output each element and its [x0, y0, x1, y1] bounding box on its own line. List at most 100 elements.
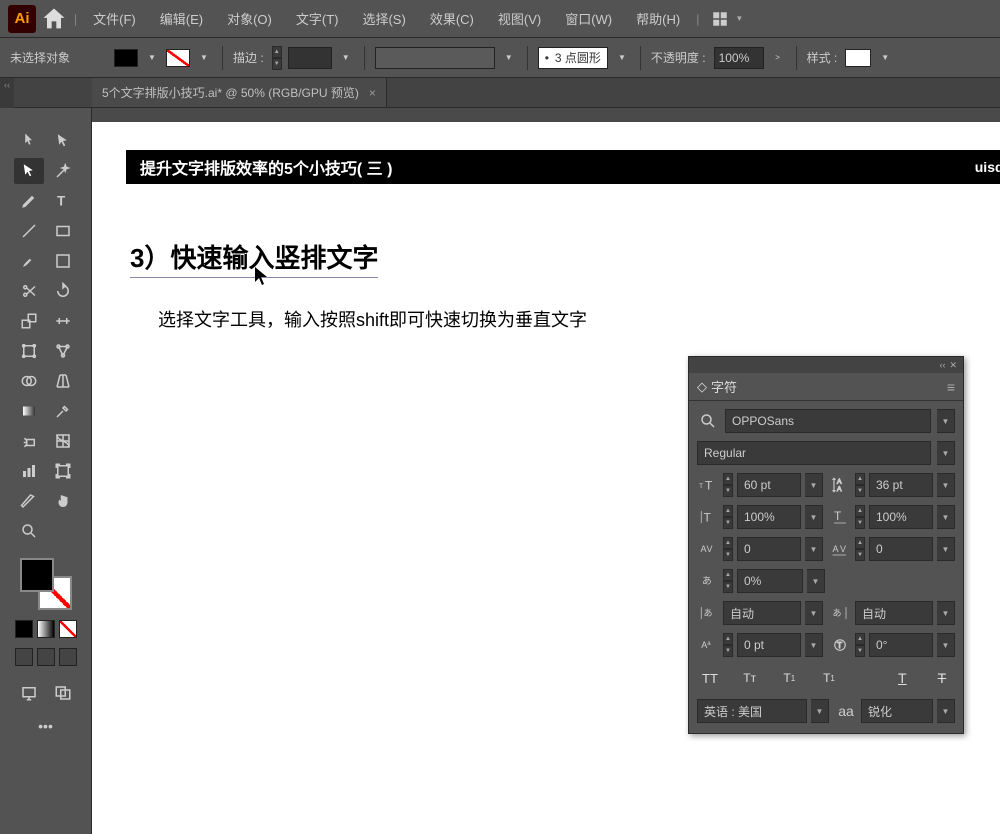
rectangle-tool-icon[interactable] [48, 218, 78, 244]
menu-view[interactable]: 视图(V) [488, 5, 551, 32]
vscale-field[interactable]: 100% [737, 505, 801, 529]
screen-mode-alt-icon[interactable] [48, 680, 78, 706]
fill-swatch[interactable] [114, 49, 138, 67]
antialias-field[interactable]: 锐化 [861, 699, 933, 723]
strikethrough-icon[interactable]: T [929, 667, 955, 689]
selection-tool-icon[interactable] [14, 158, 44, 184]
menu-help[interactable]: 帮助(H) [626, 5, 690, 32]
baseline-stepper[interactable]: ▲▼ [723, 633, 733, 657]
menu-type[interactable]: 文字(T) [286, 5, 349, 32]
font-family-dropdown[interactable]: ▼ [937, 409, 955, 433]
color-mode-none-icon[interactable] [59, 620, 77, 638]
stroke-swatch[interactable] [166, 49, 190, 67]
screen-mode-icon[interactable] [14, 680, 44, 706]
symbol-sprayer-tool-icon[interactable] [14, 428, 44, 454]
kerning-dropdown[interactable]: ▼ [805, 537, 823, 561]
language-field[interactable]: 英语 : 美国 [697, 699, 807, 723]
search-icon[interactable] [697, 410, 719, 432]
tracking-stepper[interactable]: ▲▼ [855, 537, 865, 561]
close-tab-icon[interactable]: × [369, 86, 376, 100]
fill-stroke-color-area[interactable] [20, 558, 72, 610]
opacity-field[interactable]: 100% [714, 47, 764, 69]
stroke-weight-dropdown[interactable]: ▼ [338, 49, 354, 67]
profile-field[interactable] [375, 47, 495, 69]
menu-edit[interactable]: 编辑(E) [150, 5, 213, 32]
font-weight-dropdown[interactable]: ▼ [937, 441, 955, 465]
stroke-dropdown[interactable]: ▼ [196, 49, 212, 67]
tracking-field[interactable]: 0 [869, 537, 933, 561]
hand-tool-icon[interactable] [48, 488, 78, 514]
pen-tool-icon[interactable] [14, 188, 44, 214]
baseline-dropdown[interactable]: ▼ [805, 633, 823, 657]
menu-file[interactable]: 文件(F) [83, 5, 146, 32]
opacity-dropdown[interactable]: > [770, 49, 786, 67]
rotate-tool-icon[interactable] [48, 278, 78, 304]
shape-builder-tool-icon[interactable] [14, 368, 44, 394]
direct-select-plain-icon[interactable] [48, 128, 78, 154]
brush-tool-icon[interactable] [14, 248, 44, 274]
eyedropper-tool-icon[interactable] [48, 398, 78, 424]
perspective-tool-icon[interactable] [48, 368, 78, 394]
hscale-dropdown[interactable]: ▼ [937, 505, 955, 529]
font-size-dropdown[interactable]: ▼ [805, 473, 823, 497]
zoom-tool-icon[interactable] [14, 518, 44, 544]
draw-normal-icon[interactable] [15, 648, 33, 666]
collapse-panels-icon[interactable]: ‹‹ [0, 78, 14, 108]
subscript-icon[interactable]: T1 [816, 667, 842, 689]
font-family-field[interactable]: OPPOSans [725, 409, 931, 433]
rotation-field[interactable]: 0° [869, 633, 933, 657]
scissors-tool-icon[interactable] [14, 278, 44, 304]
hscale-stepper[interactable]: ▲▼ [855, 505, 865, 529]
menu-object[interactable]: 对象(O) [217, 5, 282, 32]
tsume-stepper[interactable]: ▲▼ [723, 569, 733, 593]
selection-move-tool-icon[interactable] [14, 128, 44, 154]
stroke-stepper[interactable]: ▲▼ [272, 46, 282, 70]
color-mode-solid-icon[interactable] [15, 620, 33, 638]
font-weight-field[interactable]: Regular [697, 441, 931, 465]
style-swatch[interactable] [845, 49, 871, 67]
stroke-weight-field[interactable] [288, 47, 332, 69]
artboard-tool-icon[interactable] [48, 458, 78, 484]
draw-inside-icon[interactable] [59, 648, 77, 666]
kerning-field[interactable]: 0 [737, 537, 801, 561]
panel-close-icon[interactable]: ✕ [949, 360, 957, 371]
panel-menu-icon[interactable]: ≡ [947, 379, 955, 395]
tracking-dropdown[interactable]: ▼ [937, 537, 955, 561]
line-tool-icon[interactable] [14, 218, 44, 244]
smallcaps-icon[interactable]: Tᴛ [737, 667, 763, 689]
gradient-tool-icon[interactable] [14, 398, 44, 424]
underline-icon[interactable]: T [889, 667, 915, 689]
workspace-icon[interactable] [711, 10, 729, 28]
vscale-dropdown[interactable]: ▼ [805, 505, 823, 529]
style-dropdown[interactable]: ▼ [877, 49, 893, 67]
chevron-down-icon[interactable]: ▼ [735, 14, 743, 23]
superscript-icon[interactable]: T1 [776, 667, 802, 689]
type-tool-icon[interactable]: T [48, 188, 78, 214]
scale-tool-icon[interactable] [14, 308, 44, 334]
brush-dropdown[interactable]: ▼ [614, 49, 630, 67]
leading-field[interactable]: 36 pt [869, 473, 933, 497]
aki-before-field[interactable]: 自动 [723, 601, 801, 625]
puppet-warp-tool-icon[interactable] [48, 338, 78, 364]
document-tab[interactable]: 5个文字排版小技巧.ai* @ 50% (RGB/GPU 预览) × [92, 77, 387, 107]
font-size-field[interactable]: 60 pt [737, 473, 801, 497]
menu-select[interactable]: 选择(S) [352, 5, 415, 32]
color-mode-gradient-icon[interactable] [37, 620, 55, 638]
profile-dropdown[interactable]: ▼ [501, 49, 517, 67]
menu-window[interactable]: 窗口(W) [555, 5, 622, 32]
menu-effect[interactable]: 效果(C) [420, 5, 484, 32]
magic-wand-tool-icon[interactable] [48, 158, 78, 184]
aki-before-dropdown[interactable]: ▼ [805, 601, 823, 625]
leading-stepper[interactable]: ▲▼ [855, 473, 865, 497]
leading-dropdown[interactable]: ▼ [937, 473, 955, 497]
shaper-tool-icon[interactable] [48, 248, 78, 274]
antialias-dropdown[interactable]: ▼ [937, 699, 955, 723]
width-tool-icon[interactable] [48, 308, 78, 334]
brush-field[interactable]: • 3 点圆形 [538, 47, 608, 69]
language-dropdown[interactable]: ▼ [811, 699, 829, 723]
mesh-tool-icon[interactable] [48, 428, 78, 454]
tsume-field[interactable]: 0% [737, 569, 803, 593]
free-transform-tool-icon[interactable] [14, 338, 44, 364]
tsume-dropdown[interactable]: ▼ [807, 569, 825, 593]
character-tab[interactable]: ◇ 字符 [697, 377, 737, 396]
